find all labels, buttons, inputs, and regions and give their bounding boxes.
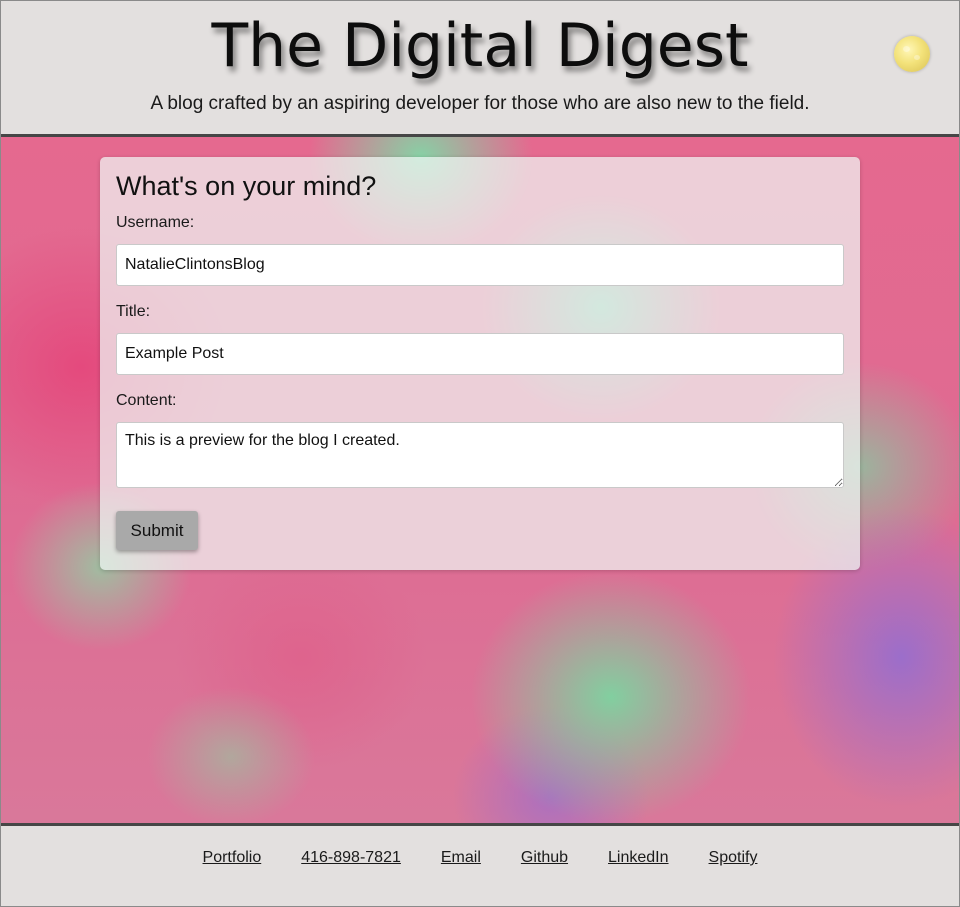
submit-button[interactable]: Submit xyxy=(116,511,198,550)
form-heading: What's on your mind? xyxy=(116,171,377,201)
footer-link-email[interactable]: Email xyxy=(441,849,481,867)
footer-link-spotify[interactable]: Spotify xyxy=(709,849,758,867)
title-input[interactable] xyxy=(116,333,844,375)
username-label: Username: xyxy=(116,214,195,231)
content-label: Content: xyxy=(116,392,177,409)
moon-crater xyxy=(903,46,910,52)
moon-icon[interactable] xyxy=(894,36,930,72)
footer-link-linkedin[interactable]: LinkedIn xyxy=(608,849,669,867)
new-post-form: What's on your mind? Username: Title: Co… xyxy=(100,157,860,570)
footer-link-phone[interactable]: 416-898-7821 xyxy=(301,849,401,867)
site-footer: Portfolio 416-898-7821 Email Github Link… xyxy=(1,823,959,906)
site-tagline: A blog crafted by an aspiring developer … xyxy=(150,93,810,114)
username-input[interactable] xyxy=(116,244,844,286)
title-label: Title: xyxy=(116,303,151,320)
content-textarea[interactable]: This is a preview for the blog I created… xyxy=(116,422,844,488)
footer-link-github[interactable]: Github xyxy=(521,849,568,867)
footer-nav: Portfolio 416-898-7821 Email Github Link… xyxy=(1,826,959,867)
page: The Digital Digest A blog crafted by an … xyxy=(0,0,960,907)
site-header: The Digital Digest A blog crafted by an … xyxy=(1,1,959,137)
footer-link-portfolio[interactable]: Portfolio xyxy=(203,849,262,867)
main-content: What's on your mind? Username: Title: Co… xyxy=(1,137,959,823)
moon-crater xyxy=(914,55,920,60)
site-title: The Digital Digest xyxy=(211,11,749,81)
